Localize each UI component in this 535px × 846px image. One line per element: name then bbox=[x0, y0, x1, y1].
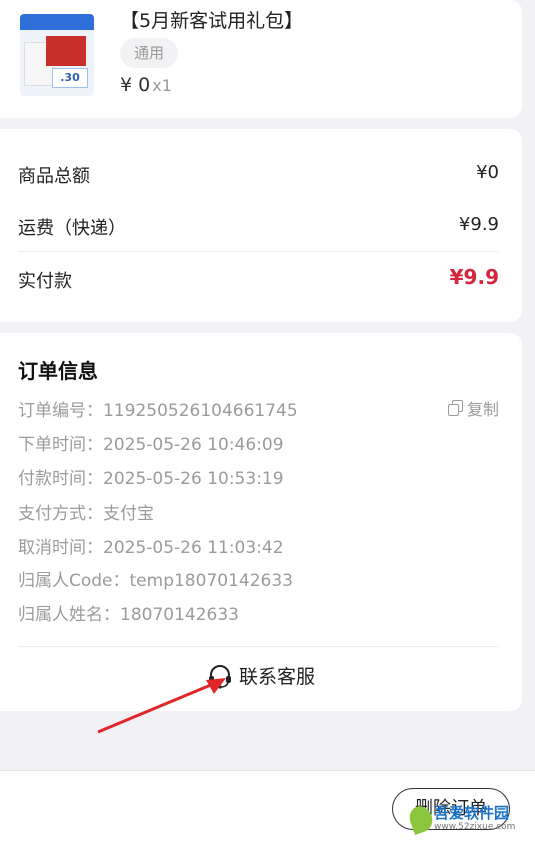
goods-total-label: 商品总额 bbox=[18, 166, 90, 187]
watermark: 吾爱软件园 www.52zixue.com bbox=[406, 803, 516, 835]
order-time: 下单时间：2025-05-26 10:46:09 bbox=[18, 435, 284, 455]
thumbnail-red-box bbox=[46, 36, 86, 66]
watermark-text: 吾爱软件园 bbox=[434, 804, 510, 822]
watermark-url: www.52zixue.com bbox=[434, 822, 516, 832]
product-card[interactable]: .30 【5月新客试用礼包】 通用 ¥ 0 x1 bbox=[0, 0, 522, 118]
annotation-arrow-icon bbox=[97, 678, 226, 734]
order-info-title: 订单信息 bbox=[18, 359, 98, 383]
paid-value: ¥9.9 bbox=[449, 265, 499, 289]
product-price-row: ¥ 0 x1 bbox=[120, 74, 172, 96]
leaf-logo-icon bbox=[406, 803, 436, 835]
thumbnail-badge: .30 bbox=[52, 68, 88, 88]
goods-total-value: ¥0 bbox=[476, 162, 499, 183]
product-thumbnail[interactable]: .30 bbox=[20, 14, 94, 96]
order-info-card: 订单信息 订单编号：119250526104661745 复制 下单时间：202… bbox=[0, 333, 522, 711]
owner-name: 归属人姓名：18070142633 bbox=[18, 605, 239, 625]
pay-method: 支付方式：支付宝 bbox=[18, 504, 154, 524]
product-title: 【5月新客试用礼包】 bbox=[120, 10, 304, 32]
copy-button[interactable]: 复制 bbox=[447, 396, 499, 420]
product-tag: 通用 bbox=[120, 38, 179, 68]
paid-label: 实付款 bbox=[18, 271, 72, 292]
divider bbox=[18, 646, 499, 647]
copy-icon bbox=[447, 400, 464, 416]
pay-time: 付款时间：2025-05-26 10:53:19 bbox=[18, 469, 284, 489]
amount-card: 商品总额 ¥0 运费（快递） ¥9.9 实付款 ¥9.9 bbox=[0, 129, 522, 322]
cancel-time: 取消时间：2025-05-26 11:03:42 bbox=[18, 538, 284, 558]
shipping-label: 运费（快递） bbox=[18, 218, 126, 239]
order-number: 订单编号：119250526104661745 bbox=[18, 401, 298, 421]
product-price: ¥ 0 bbox=[120, 74, 151, 96]
bottom-action-bar: 删除订单 吾爱软件园 www.52zixue.com bbox=[0, 770, 535, 846]
copy-label: 复制 bbox=[466, 400, 499, 419]
shipping-value: ¥9.9 bbox=[458, 214, 499, 235]
contact-service-button[interactable]: 联系客服 bbox=[0, 662, 522, 689]
contact-service-label: 联系客服 bbox=[238, 666, 315, 688]
divider bbox=[18, 251, 499, 252]
thumbnail-banner bbox=[20, 14, 94, 30]
product-quantity: x1 bbox=[152, 76, 172, 95]
owner-code: 归属人Code：temp18070142633 bbox=[18, 571, 293, 591]
